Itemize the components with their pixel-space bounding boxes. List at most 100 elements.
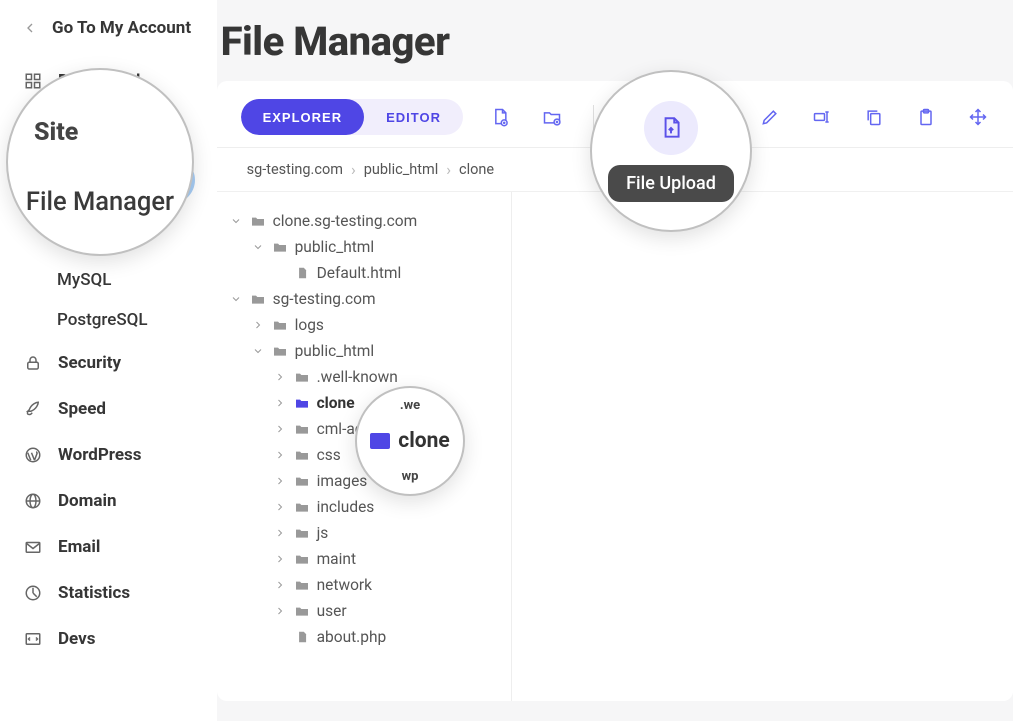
chevron-right-icon[interactable]	[273, 578, 287, 592]
sidebar-item-label: Security	[58, 353, 121, 373]
chevron-right-icon[interactable]	[273, 370, 287, 384]
sidebar-item-label: Speed	[58, 399, 106, 419]
folder-icon	[249, 290, 267, 308]
sidebar-item-security[interactable]: Security	[0, 340, 217, 386]
chevron-down-icon[interactable]	[229, 214, 243, 228]
tree-item-label: logs	[295, 316, 324, 334]
callout-tooltip: File Upload	[608, 165, 734, 202]
sidebar-item-wordpress[interactable]: WordPress	[0, 432, 217, 478]
tree-folder[interactable]: sg-testing.com	[223, 286, 505, 312]
globe-icon	[22, 490, 44, 512]
explorer-tab[interactable]: EXPLORER	[241, 99, 365, 135]
tree-item-label: clone.sg-testing.com	[273, 212, 418, 230]
tree-item-label: includes	[317, 498, 375, 516]
tree-folder[interactable]: js	[223, 520, 505, 546]
file-upload-highlight-icon	[644, 101, 698, 155]
edit-icon[interactable]	[759, 106, 781, 128]
callout-clone-label: clone	[398, 429, 449, 453]
sidebar-item-label: Domain	[58, 491, 117, 511]
sidebar-item-devs[interactable]: Devs	[0, 616, 217, 662]
chevron-right-icon[interactable]	[251, 318, 265, 332]
chevron-right-icon[interactable]	[273, 422, 287, 436]
file-icon	[293, 628, 311, 646]
chevron-right-icon[interactable]	[273, 396, 287, 410]
editor-tab[interactable]: EDITOR	[364, 99, 463, 135]
chevron-down-icon[interactable]	[251, 240, 265, 254]
sidebar-item-label: Statistics	[58, 583, 130, 603]
folder-icon	[249, 212, 267, 230]
callout-partial-top: .we	[400, 398, 420, 413]
chevron-right-icon: ›	[446, 160, 451, 179]
tree-item-label: Default.html	[317, 264, 402, 282]
folder-icon	[293, 394, 311, 412]
devs-icon	[22, 628, 44, 650]
move-icon[interactable]	[967, 106, 989, 128]
chevron-right-icon[interactable]	[273, 474, 287, 488]
new-folder-icon[interactable]	[541, 106, 563, 128]
chevron-right-icon[interactable]	[273, 266, 287, 280]
folder-icon	[293, 550, 311, 568]
file-icon	[293, 264, 311, 282]
wordpress-icon	[22, 444, 44, 466]
chevron-down-icon[interactable]	[229, 292, 243, 306]
tree-file[interactable]: Default.html	[223, 260, 505, 286]
folder-icon	[293, 446, 311, 464]
chevron-right-icon[interactable]	[273, 526, 287, 540]
breadcrumb-item[interactable]: sg-testing.com	[247, 161, 343, 178]
tree-folder[interactable]: public_html	[223, 234, 505, 260]
chevron-right-icon: ›	[351, 160, 356, 179]
go-to-account-link[interactable]: Go To My Account	[0, 18, 217, 58]
callout-section-label: Site	[8, 118, 78, 147]
sidebar-item-label: Email	[58, 537, 100, 557]
breadcrumb-item[interactable]: public_html	[364, 161, 438, 178]
folder-icon	[293, 368, 311, 386]
tree-item-label: about.php	[317, 628, 387, 646]
tree-folder[interactable]: clone.sg-testing.com	[223, 208, 505, 234]
callout-clone-magnifier: .we clone wp	[355, 386, 465, 496]
tree-item-label: js	[317, 524, 329, 542]
file-listing[interactable]	[512, 192, 1013, 701]
new-file-icon[interactable]	[489, 106, 511, 128]
rename-icon[interactable]	[811, 106, 833, 128]
tree-folder[interactable]: public_html	[223, 338, 505, 364]
tree-folder[interactable]: user	[223, 598, 505, 624]
stats-icon	[22, 582, 44, 604]
sidebar-sub-postgresql[interactable]: PostgreSQL	[57, 300, 217, 340]
copy-icon[interactable]	[863, 106, 885, 128]
rocket-icon	[22, 398, 44, 420]
tree-folder[interactable]: logs	[223, 312, 505, 338]
tree-item-label: public_html	[295, 342, 375, 360]
tree-item-label: user	[317, 602, 347, 620]
chevron-right-icon[interactable]	[273, 448, 287, 462]
chevron-right-icon[interactable]	[273, 500, 287, 514]
callout-clone-row: clone	[370, 429, 449, 453]
tree-folder[interactable]: network	[223, 572, 505, 598]
email-icon	[22, 536, 44, 558]
tree-item-label: maint	[317, 550, 356, 568]
folder-icon	[293, 498, 311, 516]
paste-icon[interactable]	[915, 106, 937, 128]
folder-icon	[293, 524, 311, 542]
tree-folder[interactable]: maint	[223, 546, 505, 572]
sidebar-item-label: WordPress	[58, 445, 142, 465]
tree-item-label: images	[317, 472, 368, 490]
tree-file[interactable]: about.php	[223, 624, 505, 650]
tree-item-label: sg-testing.com	[273, 290, 376, 308]
sidebar-item-label: Devs	[58, 629, 95, 649]
tree-item-label: clone	[317, 394, 355, 412]
sidebar-item-domain[interactable]: Domain	[0, 478, 217, 524]
callout-highlight-label: File Manager	[26, 187, 174, 217]
tree-item-label: public_html	[295, 238, 375, 256]
chevron-right-icon[interactable]	[273, 604, 287, 618]
sidebar-item-statistics[interactable]: Statistics	[0, 570, 217, 616]
tree-folder[interactable]: .well-known	[223, 364, 505, 390]
arrow-left-icon	[22, 20, 38, 36]
chevron-right-icon[interactable]	[273, 630, 287, 644]
chevron-right-icon[interactable]	[273, 552, 287, 566]
tree-folder[interactable]: includes	[223, 494, 505, 520]
breadcrumb-item[interactable]: clone	[459, 161, 494, 178]
sidebar-item-email[interactable]: Email	[0, 524, 217, 570]
chevron-down-icon[interactable]	[251, 344, 265, 358]
sidebar-item-speed[interactable]: Speed	[0, 386, 217, 432]
go-to-account-label: Go To My Account	[52, 18, 191, 38]
